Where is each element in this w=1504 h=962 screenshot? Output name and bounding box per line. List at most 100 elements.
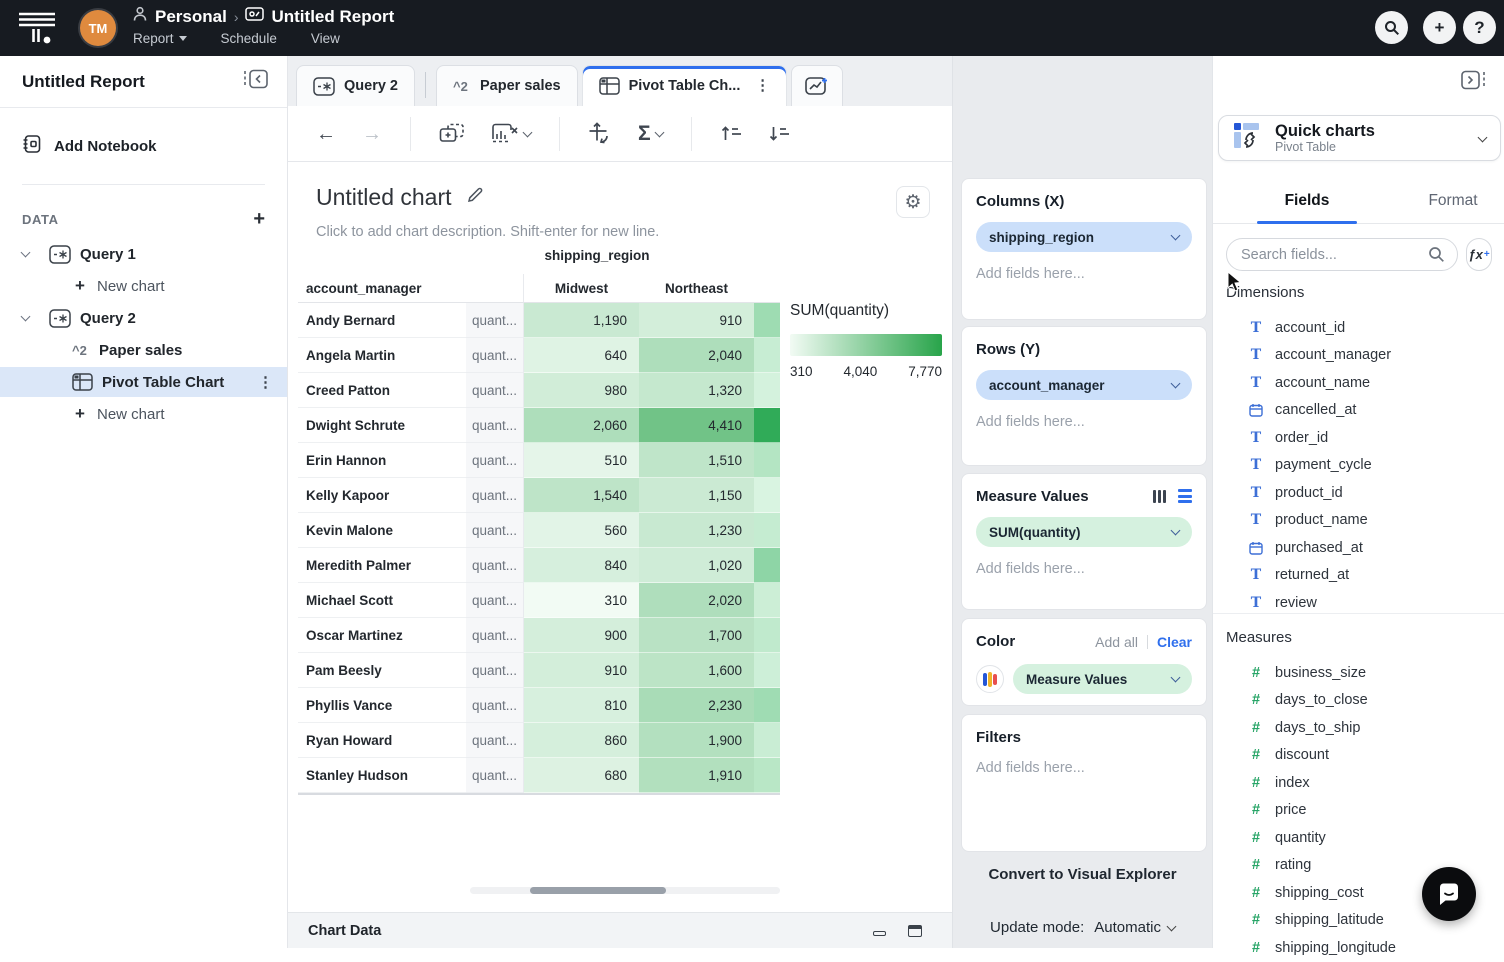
color-palette-icon[interactable] bbox=[976, 665, 1004, 693]
dimension-cancelled_at[interactable]: cancelled_at bbox=[1213, 397, 1504, 425]
value-cell[interactable]: 900 bbox=[524, 618, 639, 653]
duplicate-chart-icon[interactable] bbox=[439, 123, 465, 145]
chart-description-placeholder[interactable]: Click to add chart description. Shift-en… bbox=[316, 224, 659, 240]
value-cell[interactable]: 810 bbox=[524, 688, 639, 723]
filters-add-placeholder[interactable]: Add fields here... bbox=[976, 760, 1192, 776]
value-cell[interactable]: 1,910 bbox=[639, 758, 754, 793]
value-cell[interactable]: 4,410 bbox=[639, 408, 754, 443]
value-cell[interactable]: 680 bbox=[524, 758, 639, 793]
row-label[interactable]: Michael Scott bbox=[298, 583, 466, 618]
value-cell[interactable]: 1,700 bbox=[639, 618, 754, 653]
dimension-order_id[interactable]: Torder_id bbox=[1213, 424, 1504, 452]
sidebar-item-query-1[interactable]: Query 1 bbox=[0, 239, 287, 269]
dimension-purchased_at[interactable]: purchased_at bbox=[1213, 534, 1504, 562]
value-cell[interactable]: 1,150 bbox=[639, 478, 754, 513]
color-field-pill[interactable]: Measure Values bbox=[1013, 664, 1192, 694]
measure-index[interactable]: #index bbox=[1213, 769, 1504, 797]
column-header[interactable]: Northeast bbox=[639, 274, 754, 303]
search-button[interactable] bbox=[1375, 11, 1408, 44]
redo-button[interactable]: → bbox=[362, 124, 382, 144]
horizontal-scrollbar[interactable] bbox=[470, 887, 780, 894]
partial-value-cell[interactable] bbox=[754, 513, 780, 548]
sort-descending-icon[interactable] bbox=[768, 125, 790, 142]
sort-ascending-icon[interactable] bbox=[720, 125, 742, 142]
columns-field-pill[interactable]: shipping_region bbox=[976, 222, 1192, 252]
value-cell[interactable]: 560 bbox=[524, 513, 639, 548]
value-cell[interactable]: 1,320 bbox=[639, 373, 754, 408]
add-formula-button[interactable]: ƒx+ bbox=[1466, 238, 1492, 271]
rows-add-placeholder[interactable]: Add fields here... bbox=[976, 414, 1192, 430]
measure-add-placeholder[interactable]: Add fields here... bbox=[976, 561, 1192, 577]
value-cell[interactable]: 1,540 bbox=[524, 478, 639, 513]
value-cell[interactable]: 1,510 bbox=[639, 443, 754, 478]
row-label[interactable]: Kelly Kapoor bbox=[298, 478, 466, 513]
sidebar-item-new-chart[interactable]: +New chart bbox=[0, 271, 287, 301]
chart-data-bar[interactable]: Chart Data bbox=[288, 912, 952, 948]
dimension-account_manager[interactable]: Taccount_manager bbox=[1213, 342, 1504, 370]
breadcrumb-workspace[interactable]: Personal bbox=[155, 7, 227, 27]
dimension-product_id[interactable]: Tproduct_id bbox=[1213, 479, 1504, 507]
tab-menu-icon[interactable]: ⋮ bbox=[755, 78, 770, 94]
row-label[interactable]: Pam Beesly bbox=[298, 653, 466, 688]
swap-axes-icon[interactable] bbox=[588, 122, 612, 146]
value-cell[interactable]: 980 bbox=[524, 373, 639, 408]
partial-value-cell[interactable] bbox=[754, 723, 780, 758]
sidebar-item-paper-sales[interactable]: ^2Paper sales bbox=[0, 335, 287, 365]
undo-button[interactable]: ← bbox=[316, 124, 336, 144]
partial-value-cell[interactable] bbox=[754, 653, 780, 688]
update-mode-row[interactable]: Update mode:Automatic bbox=[953, 919, 1212, 936]
help-button[interactable]: ? bbox=[1463, 11, 1496, 44]
measure-days_to_ship[interactable]: #days_to_ship bbox=[1213, 714, 1504, 742]
dimension-product_name[interactable]: Tproduct_name bbox=[1213, 507, 1504, 535]
chart-type-selector[interactable]: Quick charts Pivot Table bbox=[1218, 115, 1501, 161]
sidebar-item-pivot-table-chart[interactable]: Pivot Table Chart⋮ bbox=[0, 367, 287, 397]
collapse-fields-panel-icon[interactable] bbox=[1460, 70, 1486, 95]
partial-value-cell[interactable] bbox=[754, 548, 780, 583]
partial-value-cell[interactable] bbox=[754, 303, 780, 338]
minimize-panel-icon[interactable] bbox=[873, 931, 886, 936]
dimension-returned_at[interactable]: Treturned_at bbox=[1213, 562, 1504, 590]
row-label[interactable]: Angela Martin bbox=[298, 338, 466, 373]
dimension-account_id[interactable]: Taccount_id bbox=[1213, 314, 1504, 342]
tab-pivot-table-ch-[interactable]: Pivot Table Ch...⋮ bbox=[582, 65, 787, 106]
value-cell[interactable]: 1,900 bbox=[639, 723, 754, 758]
new-chart-tab-button[interactable] bbox=[791, 65, 843, 106]
partial-value-cell[interactable] bbox=[754, 408, 780, 443]
value-cell[interactable]: 2,060 bbox=[524, 408, 639, 443]
item-menu-icon[interactable]: ⋮ bbox=[258, 373, 273, 391]
measure-field-pill[interactable]: SUM(quantity) bbox=[976, 517, 1192, 547]
add-notebook-button[interactable]: Add Notebook bbox=[0, 108, 287, 158]
partial-value-cell[interactable] bbox=[754, 688, 780, 723]
value-cell[interactable]: 1,020 bbox=[639, 548, 754, 583]
menu-report[interactable]: Report bbox=[133, 31, 187, 46]
chart-title[interactable]: Untitled chart bbox=[316, 184, 452, 211]
avatar[interactable]: TM bbox=[80, 10, 116, 46]
value-cell[interactable]: 510 bbox=[524, 443, 639, 478]
value-cell[interactable]: 2,040 bbox=[639, 338, 754, 373]
row-label[interactable]: Meredith Palmer bbox=[298, 548, 466, 583]
search-fields-box[interactable] bbox=[1226, 238, 1458, 271]
sidebar-item-query-2[interactable]: Query 2 bbox=[0, 303, 287, 333]
measure-days_to_close[interactable]: #days_to_close bbox=[1213, 687, 1504, 715]
tab-paper-sales[interactable]: ^2Paper sales bbox=[436, 65, 578, 106]
partial-value-cell[interactable] bbox=[754, 583, 780, 618]
tab-query-2[interactable]: Query 2 bbox=[296, 65, 415, 106]
value-cell[interactable]: 2,230 bbox=[639, 688, 754, 723]
collapse-sidebar-icon[interactable] bbox=[243, 69, 269, 94]
scrollbar-thumb[interactable] bbox=[530, 887, 666, 894]
column-header[interactable]: Midwest bbox=[524, 274, 639, 303]
expand-chevron-icon[interactable] bbox=[21, 311, 31, 321]
row-field-header[interactable]: account_manager bbox=[298, 274, 466, 303]
value-cell[interactable]: 910 bbox=[639, 303, 754, 338]
rows-field-pill[interactable]: account_manager bbox=[976, 370, 1192, 400]
horizontal-layout-icon[interactable] bbox=[1178, 489, 1192, 503]
partial-value-cell[interactable] bbox=[754, 338, 780, 373]
value-cell[interactable]: 2,020 bbox=[639, 583, 754, 618]
dimension-payment_cycle[interactable]: Tpayment_cycle bbox=[1213, 452, 1504, 480]
expand-panel-icon[interactable] bbox=[908, 925, 922, 937]
expand-chevron-icon[interactable] bbox=[21, 247, 31, 257]
color-clear-button[interactable]: Clear bbox=[1157, 634, 1192, 650]
remove-chart-icon[interactable] bbox=[491, 123, 531, 145]
value-cell[interactable]: 1,600 bbox=[639, 653, 754, 688]
row-label[interactable]: Stanley Hudson bbox=[298, 758, 466, 793]
